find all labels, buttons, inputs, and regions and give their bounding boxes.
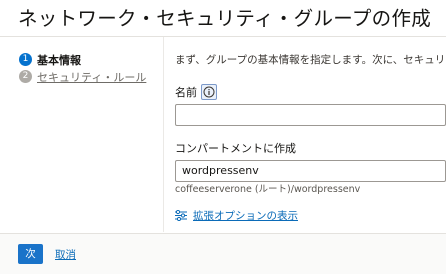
compartment-label: コンパートメントに作成: [175, 142, 296, 155]
intro-text: まず、グループの基本情報を指定します。次に、セキュリティ: [175, 54, 446, 66]
step-list: 1 基本情報 2 セキュリティ・ルール: [19, 51, 146, 85]
info-icon[interactable]: [201, 84, 217, 100]
cancel-link[interactable]: 取消: [55, 247, 76, 262]
header-divider: [0, 36, 446, 37]
step-security-rules[interactable]: 2 セキュリティ・ルール: [19, 68, 146, 85]
name-label: 名前: [175, 86, 197, 99]
step-label: セキュリティ・ルール: [37, 70, 147, 84]
step-number: 1: [19, 53, 32, 66]
footer-bar: 次 取消: [0, 233, 446, 274]
compartment-path: coffeeserverone (ルート)/wordpressenv: [175, 184, 361, 195]
sliders-icon: [175, 206, 187, 225]
vertical-divider: [163, 37, 164, 232]
compartment-select[interactable]: wordpressenv: [175, 160, 446, 182]
step-label: 基本情報: [37, 53, 81, 67]
step-basic-info[interactable]: 1 基本情報: [19, 51, 146, 68]
name-input[interactable]: [175, 104, 446, 126]
next-button[interactable]: 次: [18, 244, 43, 264]
step-number: 2: [19, 70, 32, 83]
name-label-row: 名前: [175, 84, 217, 100]
advanced-options-link[interactable]: 拡張オプションの表示: [175, 206, 298, 225]
advanced-options-label: 拡張オプションの表示: [193, 210, 298, 222]
page-title: ネットワーク・セキュリティ・グループの作成: [18, 7, 432, 30]
